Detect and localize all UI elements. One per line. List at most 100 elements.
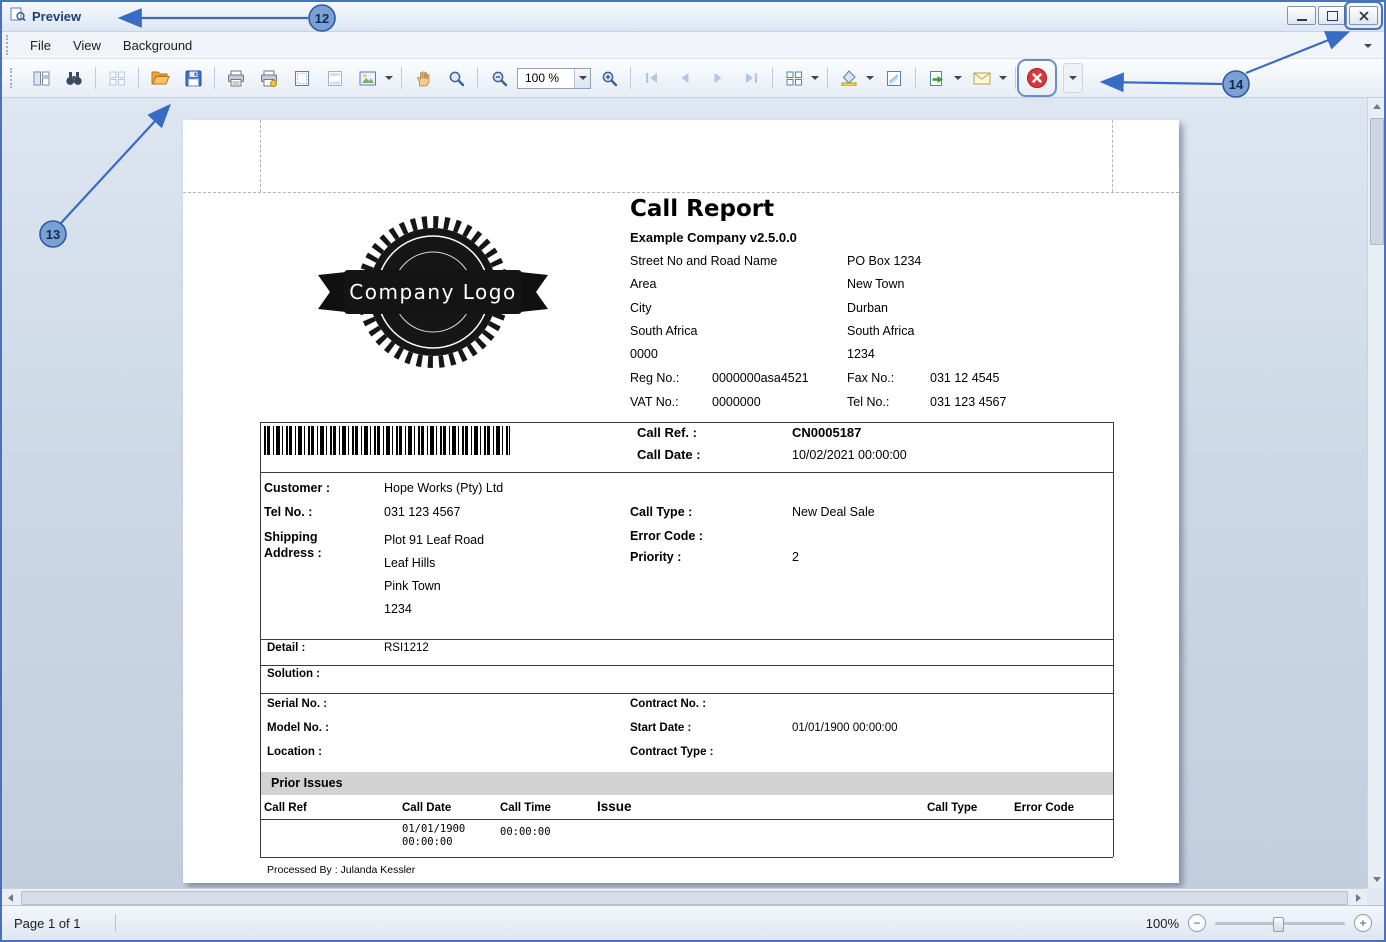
multiple-pages-button[interactable]	[779, 64, 809, 92]
statusbar-zoom-label: 100%	[1146, 916, 1179, 931]
document-map-icon	[33, 71, 50, 86]
page-setup-icon	[294, 70, 310, 87]
zoom-in-circle-button[interactable]: +	[1354, 914, 1372, 932]
page-info: Page 1 of 1	[14, 916, 81, 931]
tel-no-value: 031 123 4567	[930, 395, 1006, 409]
zoom-out-circle-button[interactable]: −	[1188, 914, 1206, 932]
toolbar-customize-button[interactable]	[1063, 63, 1083, 93]
arrow-left-icon	[8, 894, 13, 902]
company-address-left: Street No and Road Name Area City South …	[630, 250, 777, 366]
email-dropdown-icon[interactable]	[999, 76, 1007, 80]
thumbnails-button[interactable]	[102, 64, 132, 92]
margin-guide	[183, 192, 1179, 193]
maximize-button[interactable]	[1318, 6, 1347, 25]
save-button[interactable]	[178, 64, 208, 92]
divider	[1113, 422, 1114, 857]
detail-label: Detail :	[267, 642, 305, 654]
thumbnails-icon	[109, 71, 126, 86]
menu-view[interactable]: View	[62, 34, 112, 57]
menu-background[interactable]: Background	[112, 34, 203, 57]
scale-button[interactable]	[353, 64, 383, 92]
toolbar-separator	[915, 67, 916, 89]
email-button[interactable]	[967, 64, 997, 92]
address-line: South Africa	[847, 320, 921, 343]
col-error-code: Error Code	[1014, 802, 1074, 814]
previous-page-button[interactable]	[670, 64, 700, 92]
company-address-right: PO Box 1234 New Town Durban South Africa…	[847, 250, 921, 366]
close-preview-button[interactable]	[1022, 64, 1052, 92]
report-company: Example Company v2.5.0.0	[630, 230, 797, 245]
page-setup-button[interactable]	[287, 64, 317, 92]
watermark-button[interactable]	[879, 64, 909, 92]
arrow-down-icon	[1373, 877, 1381, 882]
zoom-slider[interactable]	[1215, 922, 1345, 925]
report-page: Company Logo Call Report Example Company…	[183, 120, 1179, 883]
menu-file[interactable]: File	[19, 34, 62, 57]
solution-label: Solution :	[267, 668, 320, 680]
minimize-button[interactable]	[1287, 6, 1316, 25]
magnifier-button[interactable]	[441, 64, 471, 92]
zoom-in-icon	[601, 70, 618, 87]
horizontal-scrollbar[interactable]	[2, 888, 1367, 905]
export-button[interactable]	[922, 64, 952, 92]
statusbar: Page 1 of 1 100% − +	[2, 905, 1384, 940]
divider	[260, 472, 1113, 473]
watermark-icon	[886, 70, 902, 87]
hand-tool-button[interactable]	[408, 64, 438, 92]
horizontal-scroll-thumb[interactable]	[21, 891, 1348, 905]
address-line: 1234	[847, 343, 921, 366]
page-color-icon	[841, 70, 857, 86]
fax-no-label: Fax No.:	[847, 371, 894, 385]
first-page-button[interactable]	[637, 64, 667, 92]
zoom-combobox[interactable]: 100 %	[517, 68, 591, 89]
margin-guide	[260, 120, 261, 192]
processed-by: Processed By : Julanda Kessler	[267, 864, 415, 876]
menubar-overflow-icon[interactable]	[1362, 40, 1376, 52]
print-button[interactable]	[221, 64, 251, 92]
export-icon	[929, 70, 945, 87]
scale-dropdown-icon[interactable]	[385, 76, 393, 80]
zoom-dropdown-icon[interactable]	[574, 69, 590, 88]
customer-tel-value: 031 123 4567	[384, 505, 460, 519]
header-footer-button[interactable]	[320, 64, 350, 92]
col-issue: Issue	[597, 799, 632, 814]
zoom-out-button[interactable]	[484, 64, 514, 92]
titlebar[interactable]: Preview	[2, 2, 1384, 32]
vertical-scroll-thumb[interactable]	[1370, 118, 1384, 245]
search-button[interactable]	[59, 64, 89, 92]
scroll-up-button[interactable]	[1368, 98, 1384, 115]
email-icon	[973, 72, 991, 85]
page-color-button[interactable]	[834, 64, 864, 92]
quick-print-button[interactable]	[254, 64, 284, 92]
call-type-value: New Deal Sale	[792, 505, 875, 519]
company-logo: Company Logo	[316, 212, 550, 376]
vertical-scrollbar[interactable]	[1367, 98, 1384, 888]
save-icon	[185, 70, 202, 87]
call-date-value: 10/02/2021 00:00:00	[792, 448, 907, 462]
divider	[260, 693, 1113, 694]
toolbar-separator	[95, 67, 96, 89]
page-color-dropdown-icon[interactable]	[866, 76, 874, 80]
menubar-grip[interactable]	[6, 35, 13, 55]
export-dropdown-icon[interactable]	[954, 76, 962, 80]
call-type-label: Call Type :	[630, 505, 692, 519]
preview-app-icon	[10, 6, 26, 27]
arrow-up-icon	[1373, 104, 1381, 109]
toolbar-grip[interactable]	[10, 68, 17, 88]
scroll-left-button[interactable]	[2, 889, 19, 905]
preview-surface[interactable]: Company Logo Call Report Example Company…	[2, 98, 1384, 905]
close-button[interactable]	[1349, 6, 1378, 25]
next-page-button[interactable]	[703, 64, 733, 92]
close-preview-icon	[1026, 67, 1048, 89]
document-map-button[interactable]	[26, 64, 56, 92]
serial-no-label: Serial No. :	[267, 698, 327, 710]
last-page-button[interactable]	[736, 64, 766, 92]
zoom-slider-thumb[interactable]	[1273, 917, 1284, 932]
zoom-in-button[interactable]	[594, 64, 624, 92]
scroll-right-button[interactable]	[1350, 889, 1367, 905]
scroll-down-button[interactable]	[1368, 871, 1384, 888]
open-button[interactable]	[145, 64, 175, 92]
multiple-pages-dropdown-icon[interactable]	[811, 76, 819, 80]
customer-value: Hope Works (Pty) Ltd	[384, 481, 503, 495]
shipping-address-value: Plot 91 Leaf Road Leaf Hills Pink Town 1…	[384, 529, 484, 621]
